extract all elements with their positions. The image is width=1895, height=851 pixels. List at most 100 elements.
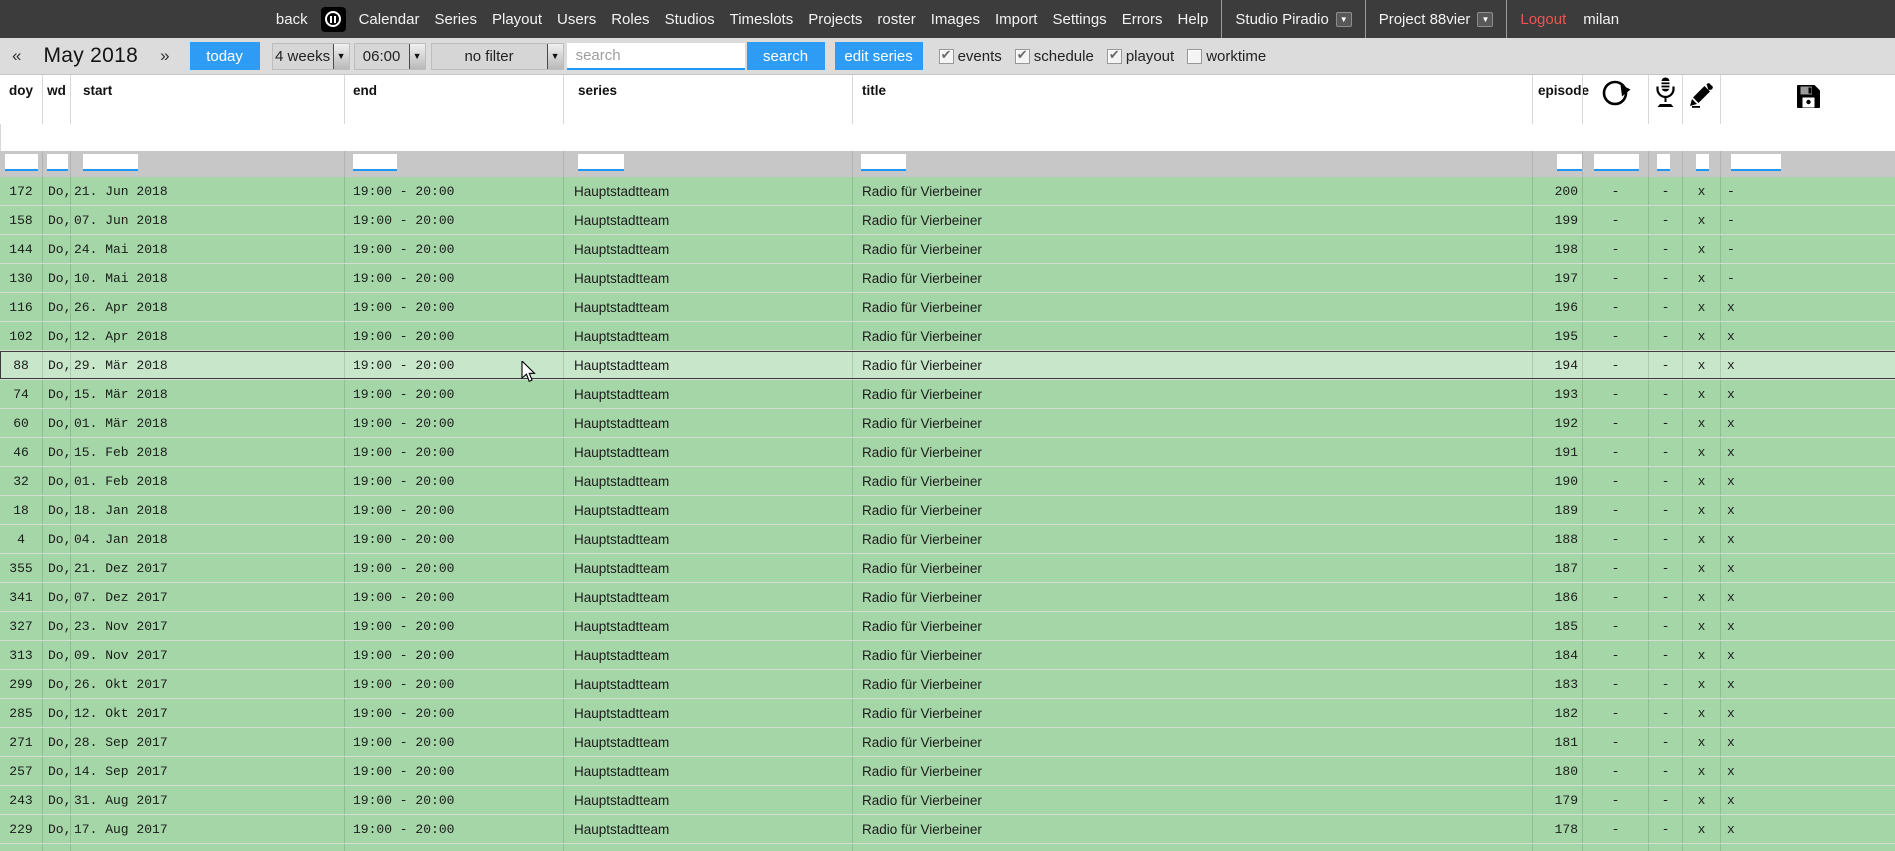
cell-saved-flag: x [1720, 496, 1895, 524]
table-row[interactable]: 60 Do, 01. Mär 2018 19:00 - 20:00 Haupts… [0, 409, 1895, 438]
table-row[interactable]: 313 Do, 09. Nov 2017 19:00 - 20:00 Haupt… [0, 641, 1895, 670]
nav-item-calendar[interactable]: Calendar [357, 11, 422, 28]
table-row-partial[interactable] [0, 844, 1895, 851]
layer-checkbox[interactable]: worktime [1187, 48, 1266, 65]
cell-episode: 181 [1532, 728, 1582, 756]
cell-doy: 60 [0, 409, 42, 437]
filter-select[interactable]: no filter ▼ [431, 43, 564, 70]
table-row[interactable]: 102 Do, 12. Apr 2018 19:00 - 20:00 Haupt… [0, 322, 1895, 351]
table-row[interactable]: 285 Do, 12. Okt 2017 19:00 - 20:00 Haupt… [0, 699, 1895, 728]
filter-input-title[interactable] [861, 154, 906, 171]
cell-rerun-flag: - [1582, 264, 1648, 292]
table-row[interactable]: 327 Do, 23. Nov 2017 19:00 - 20:00 Haupt… [0, 612, 1895, 641]
filter-input-wd[interactable] [47, 154, 68, 171]
search-input[interactable] [567, 43, 745, 70]
nav-item-users[interactable]: Users [555, 11, 598, 28]
range-select[interactable]: 4 weeks ▼ [272, 43, 350, 70]
nav-item-images[interactable]: Images [929, 11, 982, 28]
cell-mic-flag: - [1648, 496, 1682, 524]
table-row[interactable]: 130 Do, 10. Mai 2018 19:00 - 20:00 Haupt… [0, 264, 1895, 293]
layer-checkbox[interactable]: events [939, 48, 1002, 65]
studio-dropdown[interactable]: Studio Piradio▼ [1233, 11, 1353, 28]
cell-start-date: 01. Feb 2018 [70, 467, 344, 495]
nav-item-projects[interactable]: Projects [806, 11, 864, 28]
nav-item-series[interactable]: Series [432, 11, 479, 28]
filter-input-saved[interactable] [1731, 154, 1781, 171]
next-month-button[interactable]: » [154, 46, 175, 66]
filter-input-mic[interactable] [1657, 154, 1670, 171]
cell-time-range: 19:00 - 20:00 [344, 612, 563, 640]
nav-item-timeslots[interactable]: Timeslots [728, 11, 796, 28]
nav-item-studios[interactable]: Studios [663, 11, 717, 28]
cell-start-date: 04. Jan 2018 [70, 525, 344, 553]
cell-time-range: 19:00 - 20:00 [344, 293, 563, 321]
filter-input-edit[interactable] [1696, 154, 1709, 171]
calendar-toolbar: « May 2018 » today 4 weeks ▼ 06:00 ▼ no … [0, 38, 1895, 75]
app-logo[interactable] [321, 7, 346, 32]
checkbox-icon[interactable] [1187, 49, 1202, 64]
layer-checkbox[interactable]: playout [1107, 48, 1174, 65]
table-row[interactable]: 299 Do, 26. Okt 2017 19:00 - 20:00 Haupt… [0, 670, 1895, 699]
cell-time-range: 19:00 - 20:00 [344, 554, 563, 582]
table-row[interactable]: 144 Do, 24. Mai 2018 19:00 - 20:00 Haupt… [0, 235, 1895, 264]
cell-episode: 197 [1532, 264, 1582, 292]
filter-input-start[interactable] [83, 154, 138, 171]
cell-mic-flag: - [1648, 264, 1682, 292]
checkbox-icon[interactable] [939, 49, 954, 64]
cell-time-range: 19:00 - 20:00 [344, 641, 563, 669]
table-row[interactable]: 74 Do, 15. Mär 2018 19:00 - 20:00 Haupts… [0, 380, 1895, 409]
table-row[interactable]: 257 Do, 14. Sep 2017 19:00 - 20:00 Haupt… [0, 757, 1895, 786]
cell-weekday: Do, [42, 322, 70, 350]
nav-item-help[interactable]: Help [1176, 11, 1211, 28]
cell-edit-flag: x [1682, 438, 1720, 466]
filter-input-rerun[interactable] [1594, 154, 1639, 171]
nav-item-roles[interactable]: Roles [609, 11, 651, 28]
cell-edit-flag: x [1682, 525, 1720, 553]
table-row[interactable]: 341 Do, 07. Dez 2017 19:00 - 20:00 Haupt… [0, 583, 1895, 612]
layer-checkbox[interactable]: schedule [1015, 48, 1094, 65]
table-row[interactable]: 229 Do, 17. Aug 2017 19:00 - 20:00 Haupt… [0, 815, 1895, 844]
prev-month-button[interactable]: « [6, 46, 27, 66]
filter-input-series[interactable] [578, 154, 624, 171]
cell-saved-flag: x [1720, 409, 1895, 437]
table-row[interactable]: 4 Do, 04. Jan 2018 19:00 - 20:00 Hauptst… [0, 525, 1895, 554]
cell-doy: 32 [0, 467, 42, 495]
search-button[interactable]: search [747, 42, 825, 70]
column-header-episode: episode [1532, 75, 1582, 124]
edit-series-button[interactable]: edit series [835, 42, 923, 70]
logout-link[interactable]: Logout [1518, 11, 1568, 28]
table-row[interactable]: 243 Do, 31. Aug 2017 19:00 - 20:00 Haupt… [0, 786, 1895, 815]
table-row[interactable]: 46 Do, 15. Feb 2018 19:00 - 20:00 Haupts… [0, 438, 1895, 467]
nav-item-import[interactable]: Import [993, 11, 1040, 28]
table-row[interactable]: 172 Do, 21. Jun 2018 19:00 - 20:00 Haupt… [0, 177, 1895, 206]
table-row[interactable]: 158 Do, 07. Jun 2018 19:00 - 20:00 Haupt… [0, 206, 1895, 235]
day-start-time-select[interactable]: 06:00 ▼ [354, 43, 426, 70]
table-row[interactable]: 271 Do, 28. Sep 2017 19:00 - 20:00 Haupt… [0, 728, 1895, 757]
checkbox-icon[interactable] [1107, 49, 1122, 64]
table-row[interactable]: 88 Do, 29. Mär 2018 19:00 - 20:00 Haupts… [0, 351, 1895, 380]
nav-item-errors[interactable]: Errors [1120, 11, 1165, 28]
nav-item-playout[interactable]: Playout [490, 11, 544, 28]
cell-saved-flag: x [1720, 583, 1895, 611]
nav-item-roster[interactable]: roster [875, 11, 917, 28]
table-row[interactable]: 18 Do, 18. Jan 2018 19:00 - 20:00 Haupts… [0, 496, 1895, 525]
cell-episode: 184 [1532, 641, 1582, 669]
table-row[interactable]: 116 Do, 26. Apr 2018 19:00 - 20:00 Haupt… [0, 293, 1895, 322]
cell-saved-flag: x [1720, 699, 1895, 727]
nav-item-back[interactable]: back [274, 11, 310, 28]
table-row[interactable]: 355 Do, 21. Dez 2017 19:00 - 20:00 Haupt… [0, 554, 1895, 583]
cell-rerun-flag: - [1582, 438, 1648, 466]
checkbox-icon[interactable] [1015, 49, 1030, 64]
column-header-start: start [70, 75, 344, 124]
nav-item-settings[interactable]: Settings [1050, 11, 1108, 28]
project-dropdown[interactable]: Project 88vier▼ [1377, 11, 1496, 28]
filter-input-episode[interactable] [1557, 154, 1583, 171]
cell-title: Radio für Vierbeiner [852, 612, 1532, 640]
cell-doy: 299 [0, 670, 42, 698]
cell-title: Radio für Vierbeiner [852, 351, 1532, 379]
table-row[interactable]: 32 Do, 01. Feb 2018 19:00 - 20:00 Haupts… [0, 467, 1895, 496]
filter-input-doy[interactable] [5, 154, 38, 171]
filter-input-end[interactable] [353, 154, 397, 171]
cell-edit-flag: x [1682, 583, 1720, 611]
today-button[interactable]: today [190, 42, 260, 70]
